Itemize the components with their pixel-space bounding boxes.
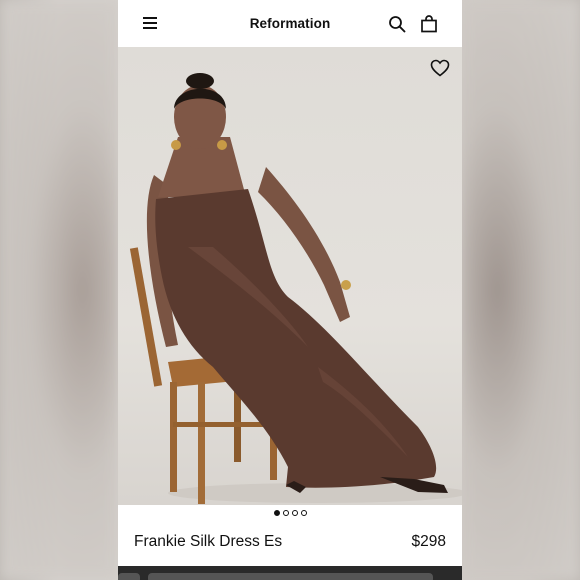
model-photo	[129, 73, 462, 504]
toolbar-pill[interactable]	[148, 573, 433, 580]
brand-logo[interactable]: Reformation	[250, 16, 331, 31]
background-blur-right	[462, 0, 580, 580]
top-navigation-bar: Reformation	[118, 0, 462, 47]
product-name[interactable]: Frankie Silk Dress Es	[134, 533, 282, 551]
bottom-toolbar	[118, 566, 462, 580]
heart-icon[interactable]	[430, 59, 450, 77]
shopping-bag-icon[interactable]	[420, 15, 438, 33]
product-price: $298	[411, 533, 446, 550]
pager-dot[interactable]	[300, 510, 307, 516]
pager-dot[interactable]	[282, 510, 289, 516]
hamburger-menu-icon[interactable]	[143, 17, 157, 29]
product-image[interactable]	[118, 47, 462, 505]
pager-dot[interactable]	[291, 510, 298, 516]
image-pager	[118, 510, 462, 520]
toolbar-pill[interactable]	[118, 573, 140, 580]
background-blur-left	[0, 0, 118, 580]
product-info-row: Frankie Silk Dress Es $298	[118, 524, 462, 560]
search-icon[interactable]	[388, 15, 406, 33]
pager-dot[interactable]	[273, 510, 280, 516]
phone-screen: Reformation Frankie Silk Dress Es $298	[118, 0, 462, 580]
